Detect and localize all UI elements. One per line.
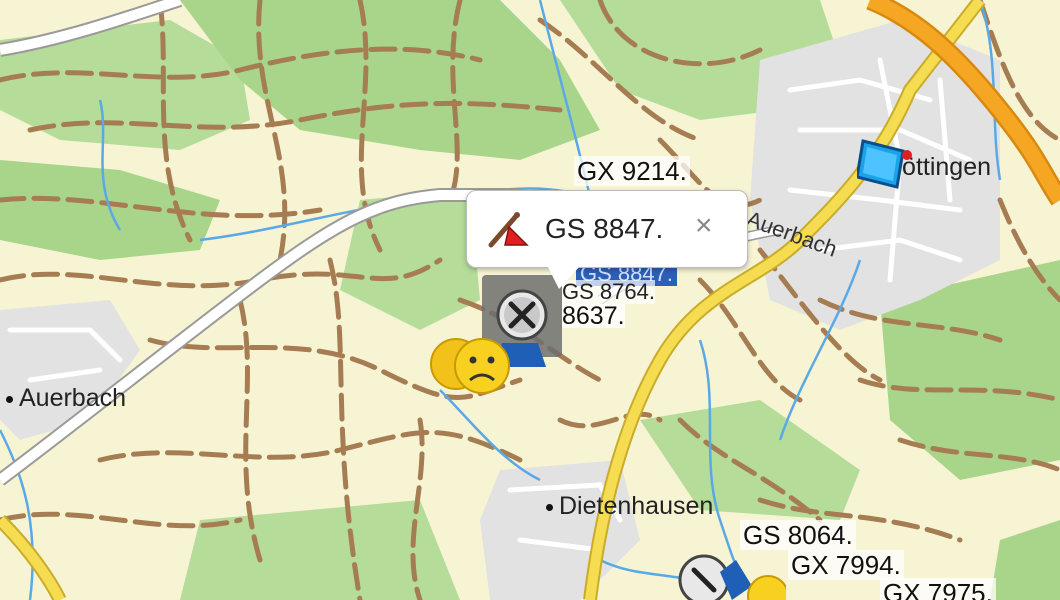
cache-label-gx9214[interactable]: GX 9214. <box>574 156 690 186</box>
place-label-auerbach: Auerbach <box>6 384 126 413</box>
cache-label-gx7975[interactable]: GX 7975. <box>880 578 996 600</box>
popup-title[interactable]: GS 8847. <box>545 213 663 245</box>
cache-label-gs8064[interactable]: GS 8064. <box>740 520 856 550</box>
cache-flag-icon <box>487 209 529 254</box>
cache-label-gs8637[interactable]: 8637. <box>562 304 625 329</box>
place-name: Auerbach <box>19 384 127 412</box>
place-dot <box>546 503 553 511</box>
cache-cluster-marker-south[interactable] <box>676 552 789 600</box>
map-view[interactable]: Auerbach Nöttingen Dietenhausen Auerbach… <box>0 0 1060 600</box>
close-icon[interactable]: × <box>695 211 713 241</box>
place-name: Dietenhausen <box>559 492 714 520</box>
city-marker-icon[interactable] <box>855 137 913 196</box>
place-dot <box>6 395 13 403</box>
frown-smiley-icon[interactable] <box>430 336 516 401</box>
cache-popup[interactable]: GS 8847. × <box>466 190 748 289</box>
place-label-dietenhausen: Dietenhausen <box>546 492 713 521</box>
cache-label-gx7994[interactable]: GX 7994. <box>788 550 904 580</box>
